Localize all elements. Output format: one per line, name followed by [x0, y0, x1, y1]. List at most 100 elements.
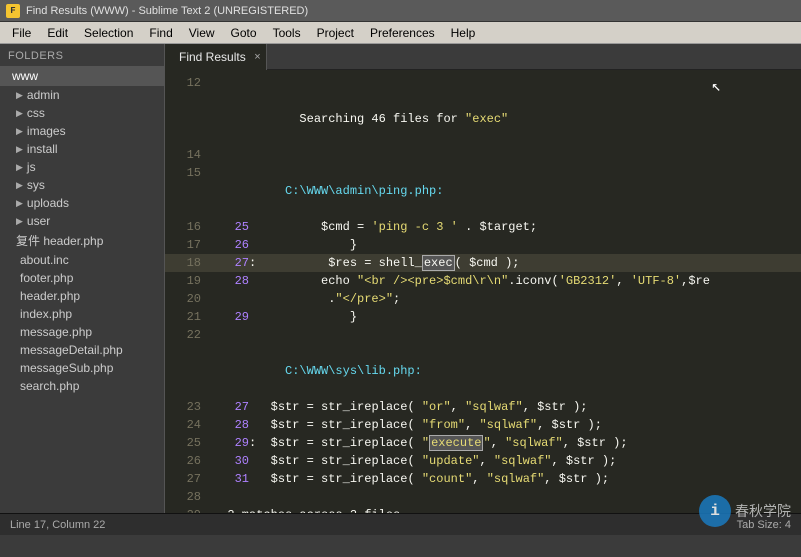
- sidebar-folder-label: css: [27, 106, 45, 120]
- main-layout: FOLDERS www ▶ admin ▶ css ▶ images ▶ ins…: [0, 44, 801, 513]
- code-line: 12: [165, 74, 801, 92]
- sidebar-item-message[interactable]: message.php: [0, 323, 164, 341]
- expand-arrow-icon: ▶: [16, 180, 23, 191]
- line-content: 28 echo "<br /><pre>$cmd\r\n".iconv('GB2…: [213, 272, 801, 290]
- line-content: ."</pre>";: [213, 290, 801, 308]
- code-line: 25 29: $str = str_ireplace( "execute", "…: [165, 434, 801, 452]
- line-number: 14: [165, 146, 213, 164]
- code-line: Searching 46 files for "exec": [165, 92, 801, 146]
- find-results-tab[interactable]: Find Results ×: [165, 44, 267, 70]
- sidebar-item-search[interactable]: search.php: [0, 377, 164, 395]
- sidebar-item-about[interactable]: about.inc: [0, 251, 164, 269]
- expand-arrow-icon: ▶: [16, 126, 23, 137]
- tab-close-button[interactable]: ×: [254, 51, 260, 63]
- line-number: 20: [165, 290, 213, 308]
- sidebar-item-header[interactable]: header.php: [0, 287, 164, 305]
- sidebar-item-admin[interactable]: ▶ admin: [0, 86, 164, 104]
- sidebar-item-footer[interactable]: footer.php: [0, 269, 164, 287]
- folders-label: FOLDERS: [0, 44, 164, 66]
- line-number: 21: [165, 308, 213, 326]
- line-number: 18: [165, 254, 213, 272]
- code-line: 19 28 echo "<br /><pre>$cmd\r\n".iconv('…: [165, 272, 801, 290]
- line-content: 30 $str = str_ireplace( "update", "sqlwa…: [213, 452, 801, 470]
- line-number: 19: [165, 272, 213, 290]
- menu-file[interactable]: File: [4, 24, 39, 42]
- expand-arrow-icon: ▶: [16, 162, 23, 173]
- line-content: [213, 326, 801, 344]
- code-line: 17 26 }: [165, 236, 801, 254]
- menu-edit[interactable]: Edit: [39, 24, 76, 42]
- expand-arrow-icon: ▶: [16, 90, 23, 101]
- sidebar-item-js[interactable]: ▶ js: [0, 158, 164, 176]
- code-line: 15 C:\WWW\admin\ping.php:: [165, 164, 801, 218]
- code-line: 20 ."</pre>";: [165, 290, 801, 308]
- line-number: 22: [165, 326, 213, 344]
- line-number: 29: [165, 506, 213, 513]
- line-content: 31 $str = str_ireplace( "count", "sqlwaf…: [213, 470, 801, 488]
- watermark: i 春秋学院: [699, 495, 791, 527]
- code-line: 16 25 $cmd = 'ping -c 3 ' . $target;: [165, 218, 801, 236]
- sidebar: FOLDERS www ▶ admin ▶ css ▶ images ▶ ins…: [0, 44, 165, 513]
- menu-bar: File Edit Selection Find View Goto Tools…: [0, 22, 801, 44]
- menu-preferences[interactable]: Preferences: [362, 24, 443, 42]
- line-number: 15: [165, 164, 213, 218]
- sidebar-item-sys[interactable]: ▶ sys: [0, 176, 164, 194]
- code-line: 23 27 $str = str_ireplace( "or", "sqlwaf…: [165, 398, 801, 416]
- line-content: C:\WWW\admin\ping.php:: [213, 164, 801, 218]
- sidebar-folder-label: user: [27, 214, 50, 228]
- line-content: [213, 74, 801, 92]
- sidebar-item-messageDetail[interactable]: messageDetail.php: [0, 341, 164, 359]
- line-number: 17: [165, 236, 213, 254]
- sidebar-folder-label: uploads: [27, 196, 69, 210]
- sidebar-item-css[interactable]: ▶ css: [0, 104, 164, 122]
- sidebar-folder-label: sys: [27, 178, 45, 192]
- tab-label: Find Results: [179, 50, 246, 64]
- sidebar-folder-label: images: [27, 124, 66, 138]
- title-bar-text: Find Results (WWW) - Sublime Text 2 (UNR…: [26, 5, 308, 17]
- sidebar-item-fujian-header[interactable]: 复件 header.php: [0, 230, 164, 251]
- code-line: 21 29 }: [165, 308, 801, 326]
- sidebar-item-images[interactable]: ▶ images: [0, 122, 164, 140]
- search-info-text: Searching 46 files for "exec": [285, 112, 508, 126]
- menu-project[interactable]: Project: [309, 24, 362, 42]
- line-number: 25: [165, 434, 213, 452]
- line-number: 27: [165, 470, 213, 488]
- line-content: 27 $str = str_ireplace( "or", "sqlwaf", …: [213, 398, 801, 416]
- sidebar-item-user[interactable]: ▶ user: [0, 212, 164, 230]
- sidebar-item-messageSub[interactable]: messageSub.php: [0, 359, 164, 377]
- menu-goto[interactable]: Goto: [223, 24, 265, 42]
- content-area: Find Results × 12 Searching 46 files for…: [165, 44, 801, 513]
- sidebar-active-folder[interactable]: www: [0, 66, 164, 86]
- line-content: [213, 146, 801, 164]
- line-content: 29: $str = str_ireplace( "execute", "sql…: [213, 434, 801, 452]
- app-icon: F: [6, 4, 20, 18]
- code-line: 26 30 $str = str_ireplace( "update", "sq…: [165, 452, 801, 470]
- status-bar: Line 17, Column 22 Tab Size: 4: [0, 513, 801, 535]
- status-position: Line 17, Column 22: [10, 519, 105, 531]
- sidebar-item-uploads[interactable]: ▶ uploads: [0, 194, 164, 212]
- sidebar-folder-label: js: [27, 160, 36, 174]
- line-number: 28: [165, 488, 213, 506]
- line-content: 27: $res = shell_exec( $cmd );: [213, 254, 801, 272]
- expand-arrow-icon: ▶: [16, 144, 23, 155]
- sidebar-item-index[interactable]: index.php: [0, 305, 164, 323]
- line-content: Searching 46 files for "exec": [213, 92, 801, 146]
- watermark-icon: i: [699, 495, 731, 527]
- sidebar-folder-label: install: [27, 142, 58, 156]
- code-line: 27 31 $str = str_ireplace( "count", "sql…: [165, 470, 801, 488]
- code-editor[interactable]: 12 Searching 46 files for "exec" 14 15 C…: [165, 70, 801, 513]
- line-number: [165, 92, 213, 146]
- sidebar-item-install[interactable]: ▶ install: [0, 140, 164, 158]
- menu-selection[interactable]: Selection: [76, 24, 141, 42]
- line-number: 16: [165, 218, 213, 236]
- line-content: 25 $cmd = 'ping -c 3 ' . $target;: [213, 218, 801, 236]
- menu-find[interactable]: Find: [141, 24, 180, 42]
- menu-view[interactable]: View: [181, 24, 223, 42]
- line-content: 26 }: [213, 236, 801, 254]
- line-number: 26: [165, 452, 213, 470]
- line-content: 29 }: [213, 308, 801, 326]
- line-content: 28 $str = str_ireplace( "from", "sqlwaf"…: [213, 416, 801, 434]
- menu-help[interactable]: Help: [443, 24, 484, 42]
- expand-arrow-icon: ▶: [16, 198, 23, 209]
- menu-tools[interactable]: Tools: [265, 24, 309, 42]
